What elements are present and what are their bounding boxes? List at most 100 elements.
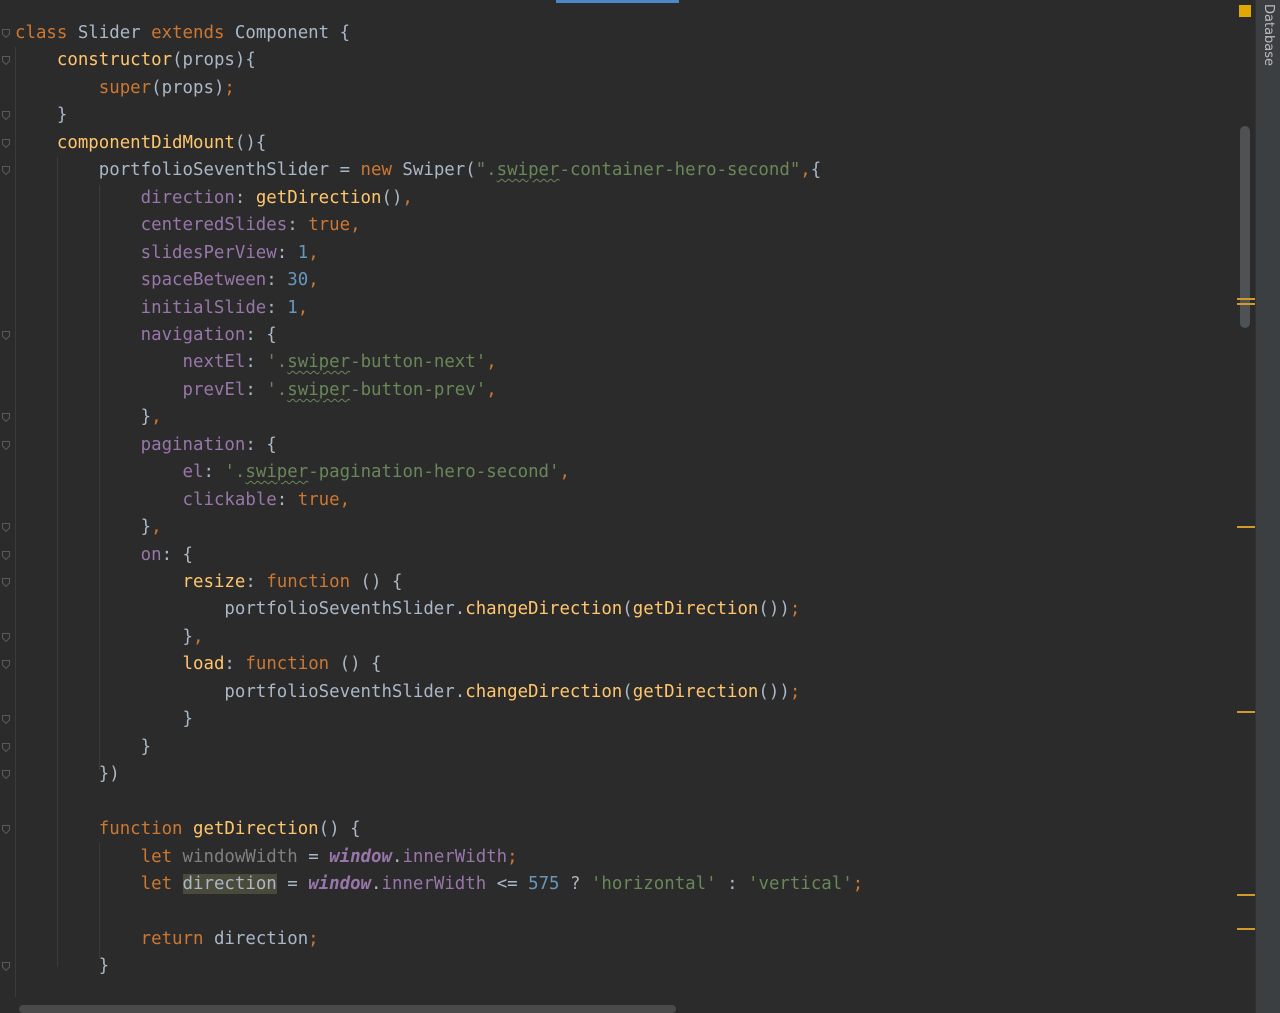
code-token: windowWidth: [182, 847, 298, 867]
code-line[interactable]: function getDirection() {: [15, 816, 361, 843]
code-line[interactable]: }): [15, 761, 120, 788]
code-token: (: [622, 599, 633, 619]
code-line[interactable]: resize: function () {: [15, 569, 403, 596]
code-editor[interactable]: class Slider extends Component { constru…: [0, 0, 1255, 1003]
error-stripe-mark[interactable]: [1237, 894, 1255, 896]
code-token: swiper: [287, 352, 351, 372]
code-line[interactable]: super(props);: [15, 75, 235, 102]
code-token: () {: [318, 819, 361, 839]
code-line[interactable]: pagination: {: [15, 432, 277, 459]
code-token: return: [140, 929, 204, 949]
inspection-status-icon[interactable]: [1239, 5, 1251, 17]
code-line[interactable]: componentDidMount(){: [15, 130, 266, 157]
fold-icon[interactable]: [2, 413, 10, 422]
code-token: '.: [266, 352, 288, 372]
code-token: 1: [287, 298, 298, 318]
code-token: }: [15, 737, 152, 757]
fold-icon[interactable]: [2, 825, 10, 834]
code-line[interactable]: }: [15, 706, 193, 733]
code-token: -pagination-hero-second': [308, 462, 560, 482]
code-line[interactable]: }: [15, 102, 67, 129]
code-line[interactable]: prevEl: '.swiper-button-prev',: [15, 377, 497, 404]
code-token: pagination: [140, 435, 246, 455]
code-token: 'vertical': [748, 874, 853, 894]
code-line[interactable]: },: [15, 514, 162, 541]
code-line[interactable]: portfolioSeventhSlider = new Swiper(".sw…: [15, 157, 822, 184]
code-token: ,: [151, 517, 162, 537]
code-line[interactable]: navigation: {: [15, 322, 277, 349]
fold-icon[interactable]: [2, 139, 10, 148]
code-line[interactable]: }: [15, 953, 109, 980]
code-token: <=: [486, 874, 529, 894]
code-token: () {: [329, 654, 382, 674]
code-token: :: [716, 874, 749, 894]
code-line[interactable]: initialSlide: 1,: [15, 295, 309, 322]
fold-gutter[interactable]: [0, 0, 15, 1003]
fold-icon[interactable]: [2, 962, 10, 971]
code-token: constructor: [56, 50, 173, 70]
code-token: ,: [339, 490, 351, 510]
code-line[interactable]: el: '.swiper-pagination-hero-second',: [15, 459, 570, 486]
fold-icon[interactable]: [2, 551, 10, 560]
fold-icon[interactable]: [2, 743, 10, 752]
code-token: -container-hero-second": [559, 160, 801, 180]
fold-icon[interactable]: [2, 770, 10, 779]
fold-icon[interactable]: [2, 660, 10, 669]
error-stripe-mark[interactable]: [1237, 526, 1255, 528]
code-line[interactable]: portfolioSeventhSlider.changeDirection(g…: [15, 596, 800, 623]
error-stripe-mark[interactable]: [1237, 303, 1255, 305]
code-token: .: [391, 847, 403, 867]
code-token: : {: [245, 435, 277, 455]
code-line[interactable]: let direction = window.innerWidth <= 575…: [15, 871, 863, 898]
code-token: :: [245, 380, 267, 400]
code-line[interactable]: load: function () {: [15, 651, 382, 678]
fold-icon[interactable]: [2, 578, 10, 587]
code-line[interactable]: nextEl: '.swiper-button-next',: [15, 349, 497, 376]
code-token: }: [15, 517, 152, 537]
code-line[interactable]: centeredSlides: true,: [15, 212, 361, 239]
error-stripe-mark[interactable]: [1237, 298, 1255, 300]
code-line[interactable]: slidesPerView: 1,: [15, 240, 319, 267]
code-line[interactable]: spaceBetween: 30,: [15, 267, 319, 294]
code-token: spaceBetween: [140, 270, 267, 290]
code-token: :: [276, 490, 298, 510]
code-line[interactable]: portfolioSeventhSlider.changeDirection(g…: [15, 679, 800, 706]
fold-icon[interactable]: [2, 29, 10, 38]
code-line[interactable]: constructor(props){: [15, 47, 256, 74]
code-line[interactable]: direction: getDirection(),: [15, 185, 413, 212]
code-token: centeredSlides: [140, 215, 288, 235]
fold-icon[interactable]: [2, 111, 10, 120]
code-token: (props){: [172, 50, 256, 70]
code-line[interactable]: return direction;: [15, 926, 319, 953]
code-token: changeDirection: [465, 682, 623, 702]
code-line[interactable]: },: [15, 624, 204, 651]
code-token: true: [308, 215, 351, 235]
fold-icon[interactable]: [2, 715, 10, 724]
database-tool-window-button[interactable]: Database: [1258, 4, 1278, 74]
code-line[interactable]: }: [15, 734, 152, 761]
code-line[interactable]: class Slider extends Component {: [15, 20, 350, 47]
fold-icon[interactable]: [2, 166, 10, 175]
code-line[interactable]: clickable: true,: [15, 487, 351, 514]
code-token: componentDidMount: [56, 133, 235, 153]
code-token: :: [203, 462, 225, 482]
horizontal-scrollbar-thumb[interactable]: [19, 1005, 676, 1013]
error-stripe-mark[interactable]: [1237, 928, 1255, 930]
fold-icon[interactable]: [2, 56, 10, 65]
fold-icon[interactable]: [2, 441, 10, 450]
fold-icon[interactable]: [2, 331, 10, 340]
code-line[interactable]: },: [15, 404, 162, 431]
error-stripe-mark[interactable]: [1237, 711, 1255, 713]
code-line[interactable]: on: {: [15, 542, 193, 569]
fold-icon[interactable]: [2, 523, 10, 532]
fold-icon[interactable]: [2, 633, 10, 642]
code-token: getDirection: [632, 599, 759, 619]
code-line[interactable]: let windowWidth = window.innerWidth;: [15, 844, 518, 871]
active-tab-indicator: [556, 0, 679, 3]
